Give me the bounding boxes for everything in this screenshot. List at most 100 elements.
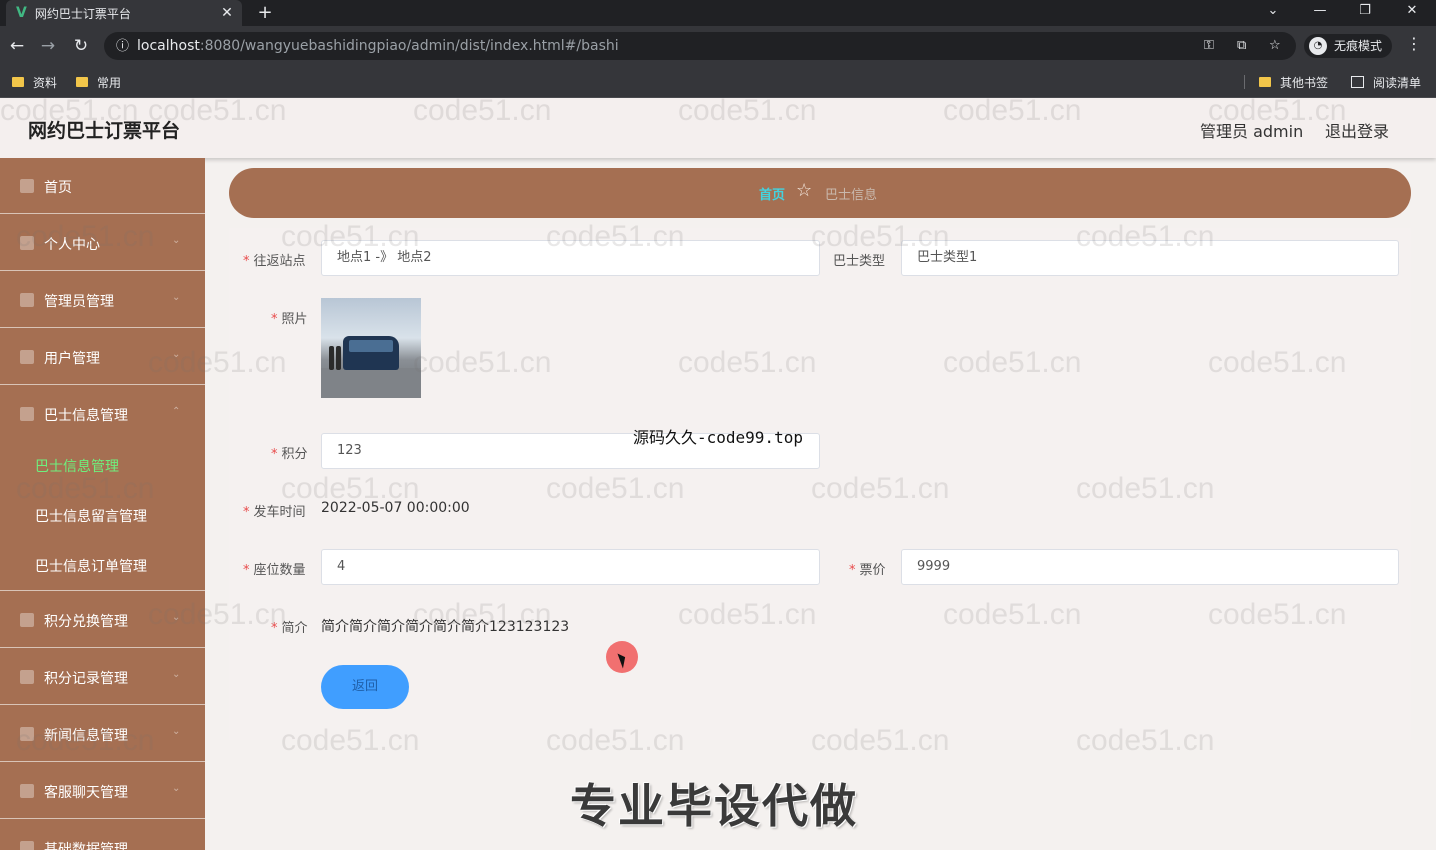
logout-link[interactable]: 退出登录 bbox=[1325, 118, 1389, 142]
tab-search-icon[interactable]: ⌄ bbox=[1258, 0, 1288, 26]
sidebar-item-user-management[interactable]: 用户管理 ⌄ bbox=[0, 329, 205, 385]
sidebar-item-label: 管理员管理 bbox=[44, 294, 114, 310]
vue-logo-icon: V bbox=[16, 5, 27, 21]
reading-list-label: 阅读清单 bbox=[1373, 75, 1422, 90]
depart-time-value: 2022-05-07 00:00:00 bbox=[321, 500, 470, 516]
source-overlay-text: 源码久久-code99.top bbox=[633, 428, 803, 447]
bus-type-label: 巴士类型 bbox=[833, 254, 886, 269]
sidebar-item-label: 基础数据管理 bbox=[44, 842, 128, 850]
photo-person bbox=[336, 346, 341, 370]
folder-icon bbox=[76, 77, 88, 87]
sidebar-item-label: 客服聊天管理 bbox=[44, 785, 128, 801]
sidebar-item-label: 首页 bbox=[44, 180, 72, 196]
sidebar-item-label: 积分记录管理 bbox=[44, 671, 128, 687]
sidebar-item-label: 巴士信息管理 bbox=[44, 408, 128, 424]
sidebar-item-label: 个人中心 bbox=[44, 237, 100, 253]
bookmark-folder-1[interactable]: 常用 bbox=[76, 73, 121, 91]
back-button[interactable]: 返回 bbox=[321, 665, 409, 709]
incognito-badge[interactable]: ◔ 无痕模式 bbox=[1304, 34, 1392, 58]
translate-icon[interactable]: ⧉ bbox=[1237, 32, 1246, 60]
submenu-bus-comments[interactable]: 巴士信息留言管理 bbox=[0, 490, 205, 540]
minimize-icon[interactable]: — bbox=[1305, 0, 1335, 26]
app-title: 网约巴士订票平台 bbox=[28, 120, 181, 142]
sidebar-item-label: 积分兑换管理 bbox=[44, 614, 128, 630]
points-label: * 积分 bbox=[271, 447, 308, 462]
promo-overlay-text: 专业毕设代做 bbox=[570, 779, 858, 833]
current-user: 管理员 admin bbox=[1200, 122, 1304, 141]
back-arrow-icon[interactable]: ← bbox=[5, 34, 29, 58]
submenu-bus-orders[interactable]: 巴士信息订单管理 bbox=[0, 540, 205, 591]
reload-icon[interactable]: ↻ bbox=[69, 34, 93, 58]
seats-input[interactable]: 4 bbox=[321, 549, 820, 585]
intro-label: * 简介 bbox=[271, 621, 308, 636]
key-icon[interactable]: ⚿ bbox=[1204, 32, 1214, 60]
bookmark-folder-0[interactable]: 资料 bbox=[12, 73, 57, 91]
breadcrumb-home[interactable]: 首页 bbox=[759, 184, 785, 203]
news-icon bbox=[20, 727, 34, 741]
folder-icon bbox=[12, 77, 24, 87]
sidebar-item-chat-management[interactable]: 客服聊天管理 ⌄ bbox=[0, 763, 205, 819]
chat-icon bbox=[20, 784, 34, 798]
new-tab-button[interactable]: + bbox=[254, 0, 276, 26]
sidebar-item-points-exchange[interactable]: 积分兑换管理 ⌄ bbox=[0, 592, 205, 648]
chevron-down-icon: ⌄ bbox=[172, 292, 181, 303]
forward-arrow-icon[interactable]: → bbox=[36, 34, 60, 58]
bookmark-label: 资料 bbox=[33, 75, 58, 90]
price-input[interactable]: 9999 bbox=[901, 549, 1399, 585]
browser-tab[interactable]: V 网约巴士订票平台 ✕ bbox=[6, 0, 242, 26]
browser-menu-icon[interactable]: ⋮ bbox=[1404, 34, 1424, 53]
sidebar: 首页 个人中心 ⌄ 管理员管理 ⌄ 用户管理 ⌄ 巴士信息管理 ⌃ 巴士信息管理… bbox=[0, 158, 205, 850]
user-icon bbox=[20, 236, 34, 250]
sidebar-item-personal-center[interactable]: 个人中心 ⌄ bbox=[0, 215, 205, 271]
submenu-label: 巴士信息管理 bbox=[35, 459, 119, 475]
sidebar-item-base-data[interactable]: 基础数据管理 bbox=[0, 820, 205, 850]
chevron-down-icon: ⌄ bbox=[172, 612, 181, 623]
chevron-down-icon: ⌄ bbox=[172, 783, 181, 794]
chevron-up-icon: ⌃ bbox=[172, 406, 181, 417]
bookmark-star-icon[interactable]: ☆ bbox=[1269, 32, 1281, 60]
url-input[interactable]: ⓘ localhost:8080/wangyuebashidingpiao/adm… bbox=[104, 32, 1296, 60]
sidebar-item-news-management[interactable]: 新闻信息管理 ⌄ bbox=[0, 706, 205, 762]
tab-title: 网约巴士订票平台 bbox=[34, 6, 131, 21]
photo-bus-window bbox=[349, 340, 393, 352]
sidebar-item-points-record[interactable]: 积分记录管理 ⌄ bbox=[0, 649, 205, 705]
mail-icon bbox=[20, 293, 34, 307]
site-info-icon[interactable]: ⓘ bbox=[116, 39, 129, 54]
chevron-down-icon: ⌄ bbox=[172, 726, 181, 737]
close-tab-icon[interactable]: ✕ bbox=[218, 5, 236, 21]
sidebar-item-label: 新闻信息管理 bbox=[44, 728, 128, 744]
sidebar-item-admin-management[interactable]: 管理员管理 ⌄ bbox=[0, 272, 205, 328]
intro-value: 简介简介简介简介简介简介123123123 bbox=[321, 619, 570, 635]
url-host: localhost bbox=[137, 38, 200, 54]
folder-icon bbox=[1259, 77, 1271, 87]
route-input[interactable]: 地点1 -》 地点2 bbox=[321, 240, 820, 276]
bus-info-icon bbox=[20, 407, 34, 421]
chevron-down-icon: ⌄ bbox=[172, 235, 181, 246]
route-label: * 往返站点 bbox=[243, 254, 306, 269]
submenu-bus-info[interactable]: 巴士信息管理 bbox=[0, 440, 205, 490]
bookmark-separator bbox=[1244, 75, 1245, 89]
chevron-down-icon: ⌄ bbox=[172, 349, 181, 360]
restore-icon[interactable]: ❐ bbox=[1350, 0, 1380, 26]
breadcrumb: 首页 ☆ 巴士信息 bbox=[229, 168, 1411, 218]
reading-list[interactable]: 阅读清单 bbox=[1351, 73, 1421, 91]
photo-person bbox=[329, 346, 334, 370]
home-icon bbox=[20, 179, 34, 193]
bus-type-input[interactable]: 巴士类型1 bbox=[901, 240, 1399, 276]
bookmark-label: 常用 bbox=[97, 75, 122, 90]
sidebar-item-bus-info-management[interactable]: 巴士信息管理 ⌃ bbox=[0, 386, 205, 442]
url-path: :8080/wangyuebashidingpiao/admin/dist/in… bbox=[199, 38, 619, 54]
depart-time-label: * 发车时间 bbox=[243, 505, 306, 520]
price-label: * 票价 bbox=[849, 563, 886, 578]
grid-icon bbox=[20, 670, 34, 684]
sidebar-item-home[interactable]: 首页 bbox=[0, 158, 205, 214]
bus-photo[interactable] bbox=[321, 298, 421, 398]
close-window-icon[interactable]: ✕ bbox=[1397, 0, 1427, 26]
data-icon bbox=[20, 841, 34, 850]
submenu-label: 巴士信息留言管理 bbox=[35, 509, 147, 525]
sidebar-item-label: 用户管理 bbox=[44, 351, 100, 367]
other-bookmarks[interactable]: 其他书签 bbox=[1259, 73, 1328, 91]
app-header: 网约巴士订票平台 管理员 admin 退出登录 bbox=[0, 98, 1436, 158]
incognito-label: 无痕模式 bbox=[1334, 39, 1383, 53]
address-bar: ← → ↻ ⓘ localhost:8080/wangyuebashidingpi… bbox=[0, 26, 1436, 66]
